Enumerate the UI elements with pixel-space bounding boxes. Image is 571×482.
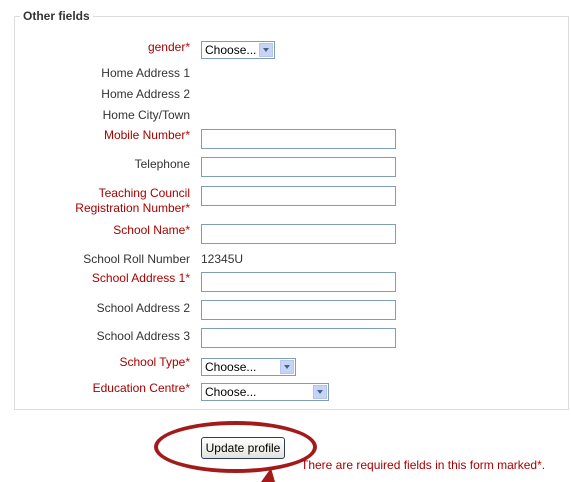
home-address-2-label: Home Address 2 (101, 87, 190, 101)
teaching-council-label-line1: Teaching Council (98, 186, 190, 200)
school-type-label: School Type* (119, 355, 191, 369)
home-city-label: Home City/Town (102, 108, 190, 122)
school-type-select[interactable]: Choose... (201, 358, 296, 376)
school-roll-number-label: School Roll Number (83, 252, 190, 266)
school-address-3-field[interactable] (201, 328, 396, 348)
gender-select-value: Choose... (205, 43, 257, 57)
school-address-1-label: School Address 1* (91, 271, 190, 285)
telephone-label: Telephone (134, 157, 190, 171)
school-address-1-field[interactable] (201, 272, 396, 292)
home-address-1-label: Home Address 1 (101, 66, 190, 80)
chevron-down-icon (280, 360, 294, 374)
highlight-ellipse (154, 421, 317, 473)
school-address-2-field[interactable] (201, 300, 396, 320)
mobile-number-field[interactable] (201, 129, 396, 149)
school-address-3-label: School Address 3 (96, 329, 190, 343)
teaching-council-label-line2: Registration Number* (75, 201, 190, 215)
annotation-arrow-icon (261, 468, 275, 482)
school-address-2-label: School Address 2 (96, 301, 190, 315)
chevron-down-icon (259, 43, 273, 57)
fieldset-legend: Other fields (20, 9, 93, 23)
gender-label: gender* (147, 40, 190, 54)
required-fields-note: There are required fields in this form m… (301, 458, 546, 472)
school-name-label: School Name* (113, 223, 190, 237)
school-name-field[interactable] (201, 224, 396, 244)
mobile-number-label: Mobile Number* (103, 128, 190, 142)
education-centre-label: Education Centre* (92, 381, 190, 395)
chevron-down-icon (313, 385, 327, 399)
school-type-select-value: Choose... (205, 360, 257, 374)
education-centre-select[interactable]: Choose... (201, 383, 329, 401)
gender-select[interactable]: Choose... (201, 41, 275, 59)
education-centre-select-value: Choose... (205, 385, 257, 399)
telephone-field[interactable] (201, 157, 396, 177)
teaching-council-field[interactable] (201, 186, 396, 206)
school-roll-number-value: 12345U (201, 252, 244, 266)
